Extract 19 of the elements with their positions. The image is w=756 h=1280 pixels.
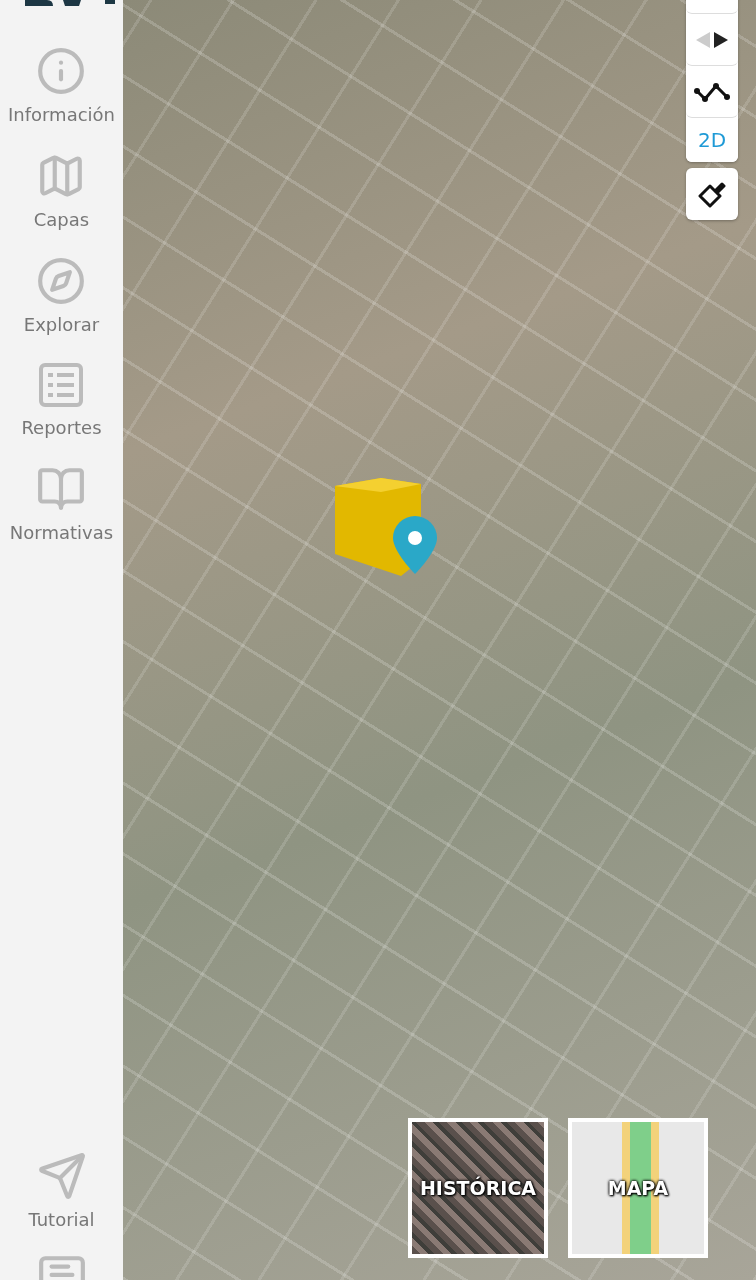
sidebar-item[interactable]: Explorar bbox=[23, 256, 100, 335]
aerial-map-view[interactable]: 2D HISTÓRICA MAPA bbox=[123, 0, 756, 1280]
paint-brush-button[interactable] bbox=[686, 168, 738, 220]
polyline-icon bbox=[694, 80, 730, 103]
sidebar-item[interactable]: Tutorial bbox=[28, 1151, 95, 1230]
list-icon bbox=[37, 361, 86, 409]
sidebar-item[interactable]: Información bbox=[7, 46, 115, 125]
info-icon bbox=[36, 46, 87, 96]
measure-line-button[interactable] bbox=[686, 66, 738, 118]
sidebar-item[interactable]: Normativas bbox=[9, 464, 114, 543]
left-right-arrows-icon bbox=[696, 31, 728, 48]
arrows-button[interactable] bbox=[686, 14, 738, 66]
base-layer-thumbnail[interactable]: HISTÓRICA bbox=[408, 1118, 548, 1258]
compass-icon bbox=[36, 256, 87, 306]
sidebar-item[interactable]: Capas bbox=[33, 151, 90, 230]
paper-plane-icon bbox=[36, 1151, 87, 1201]
view-toggle-button[interactable]: 2D bbox=[686, 118, 738, 162]
sidebar-item[interactable]: Reportes bbox=[21, 361, 102, 438]
paint-brush-icon bbox=[698, 180, 726, 208]
